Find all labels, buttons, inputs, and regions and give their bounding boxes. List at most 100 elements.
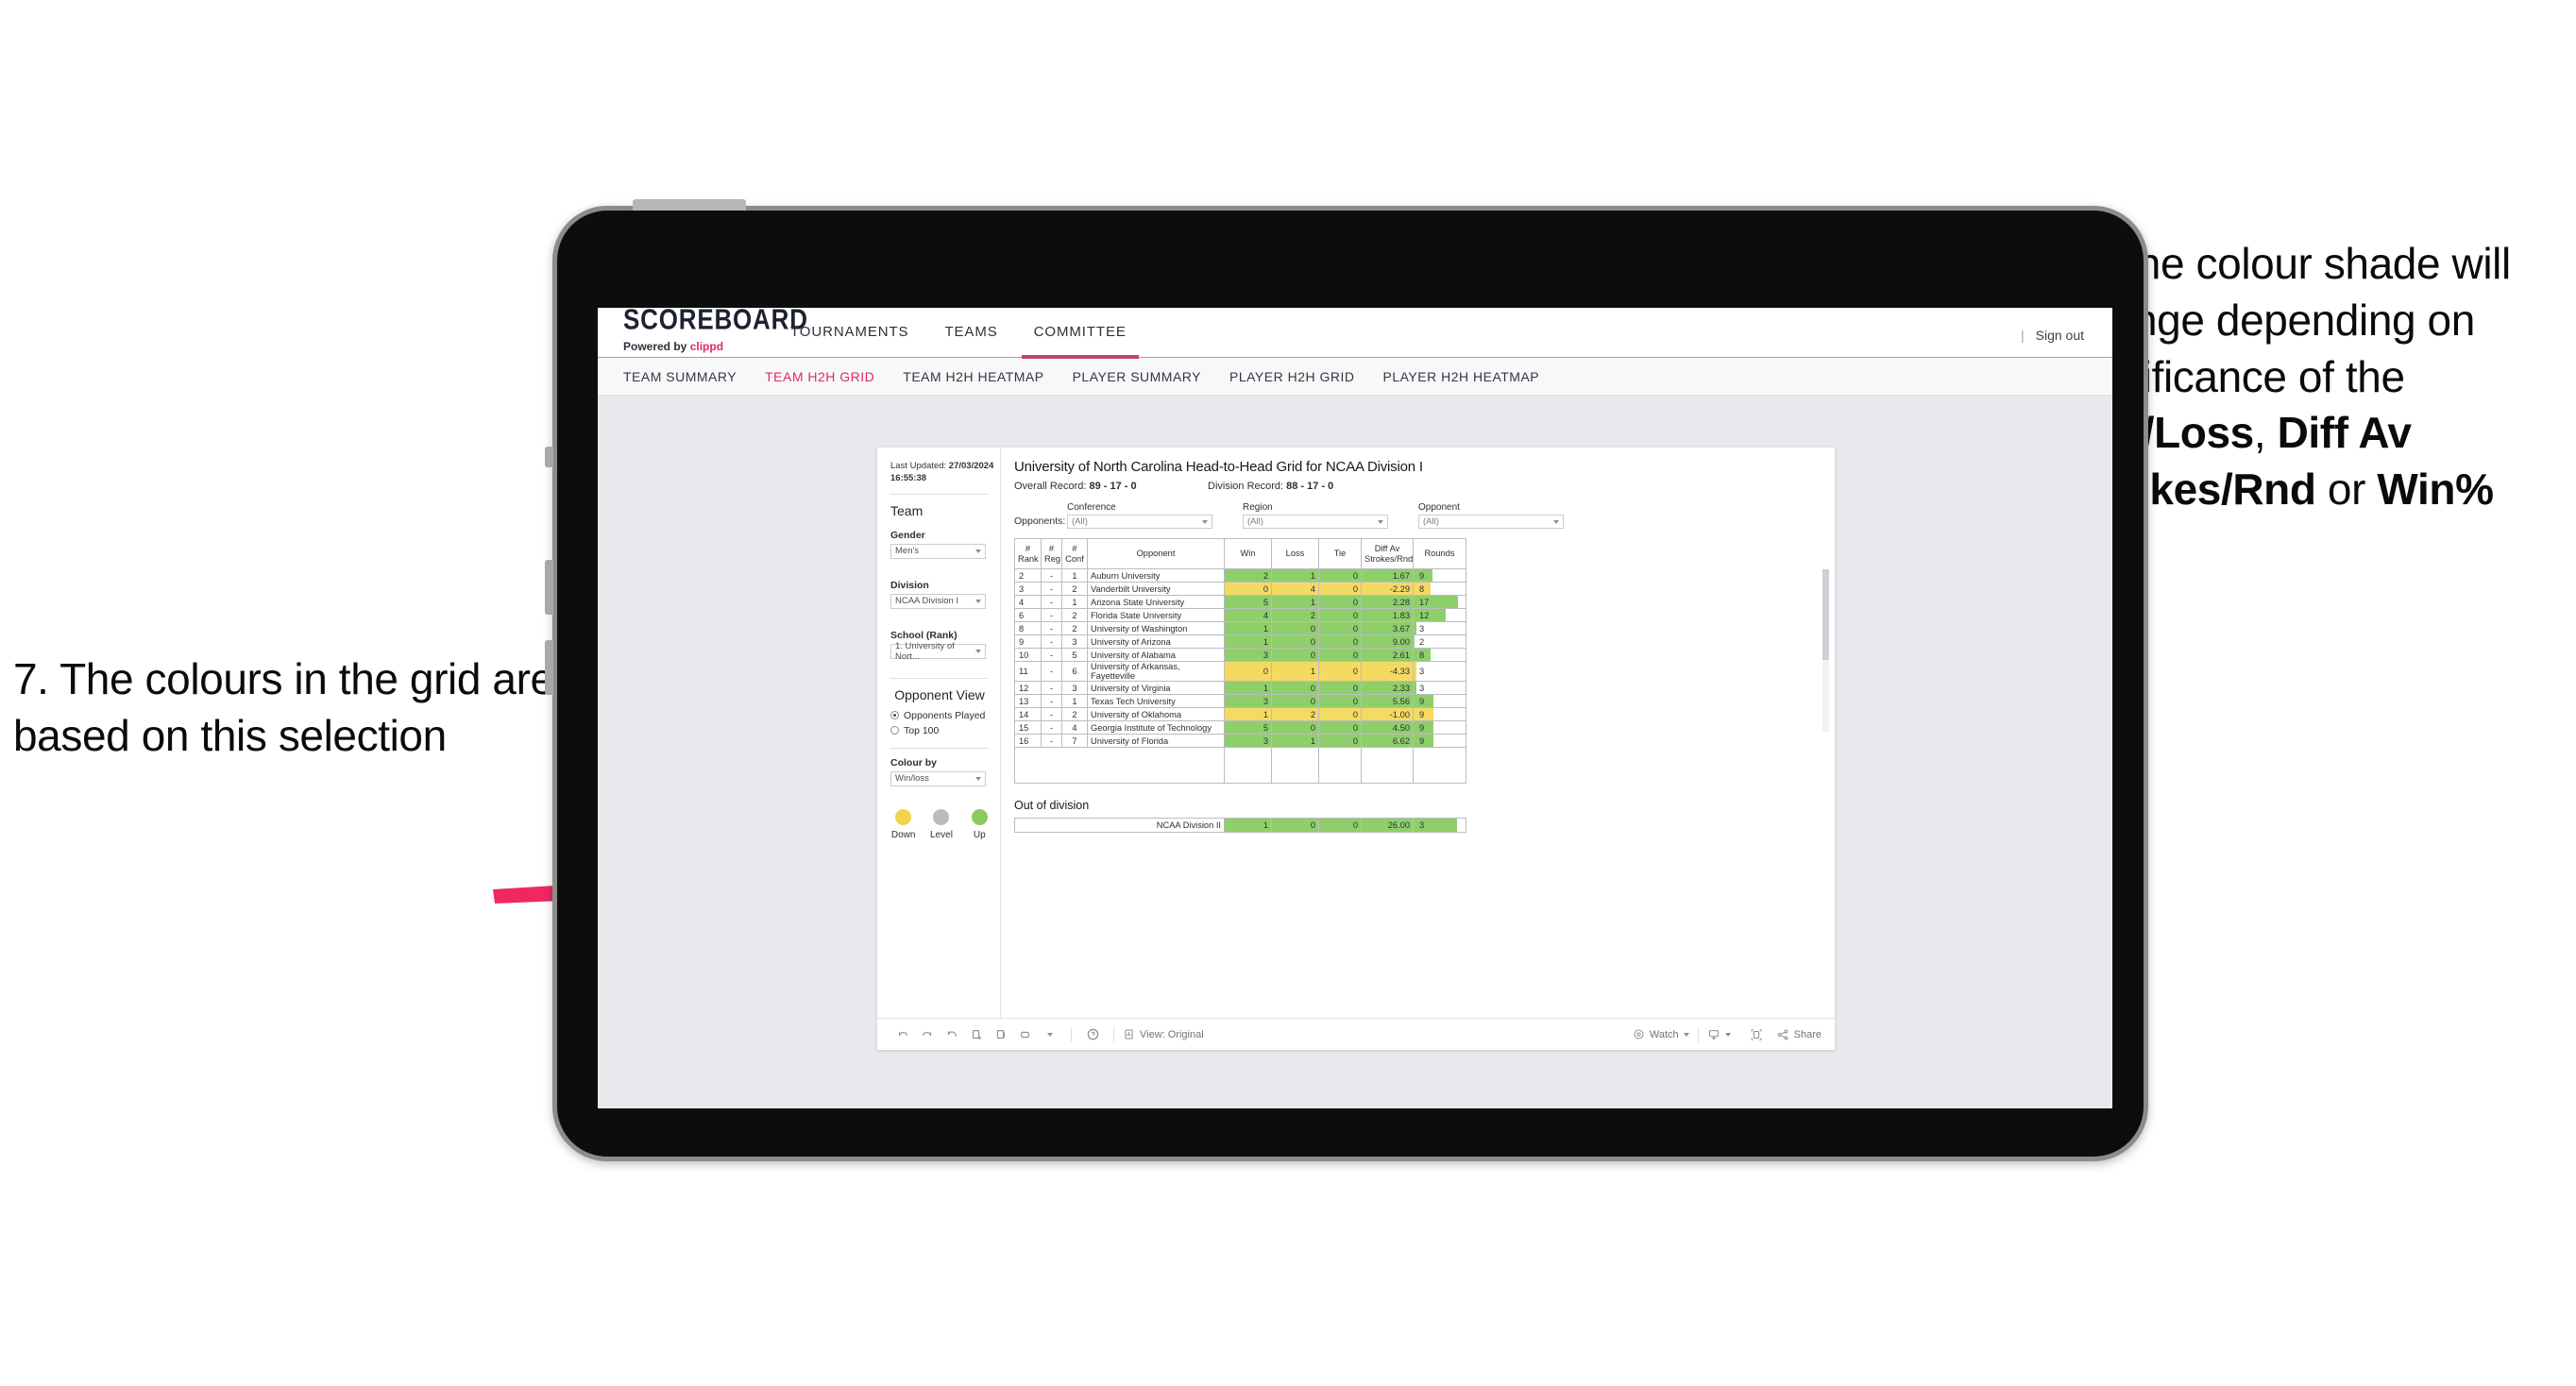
cell-reg: - (1041, 648, 1062, 662)
scrollbar-thumb[interactable] (1822, 569, 1829, 660)
annotation-8-sep1: , (2253, 408, 2278, 458)
table-row[interactable]: 9-3 University of Arizona 1 0 0 9.00 2 (1014, 634, 1466, 649)
radio-top-100[interactable]: Top 100 (890, 725, 1000, 736)
cell-conf: 1 (1061, 595, 1088, 609)
cell-tie: 0 (1318, 608, 1362, 622)
subnav-item-team-h2h-grid[interactable]: TEAM H2H GRID (765, 369, 874, 384)
filter-opponent-select[interactable]: (All) (1418, 515, 1564, 529)
nav-item-committee[interactable]: COMMITTEE (1016, 308, 1144, 359)
radio-opponents-played[interactable]: Opponents Played (890, 710, 1000, 721)
fullscreen-icon[interactable] (1744, 1024, 1769, 1045)
table-row[interactable]: 11-6 University of Arkansas, Fayetteville… (1014, 661, 1466, 682)
cell-tie: 0 (1318, 734, 1362, 748)
table-row[interactable]: 6-2 Florida State University 4 2 0 1.83 12 (1014, 608, 1466, 622)
table-row[interactable]: 14-2 University of Oklahoma 1 2 0 -1.00 9 (1014, 707, 1466, 721)
table-row[interactable]: 2-1 Auburn University 2 1 0 1.67 9 (1014, 568, 1466, 583)
colour-by-select[interactable]: Win/loss (890, 770, 986, 786)
colour-legend: Down Level Up (890, 808, 1000, 840)
grid-body: 2-1 Auburn University 2 1 0 1.67 9 3-2 Vanderbil… (1014, 568, 1466, 784)
cell-win: 0 (1224, 582, 1272, 596)
subnav-item-player-h2h-heatmap[interactable]: PLAYER H2H HEATMAP (1383, 369, 1540, 384)
ood-diff: 26.00 (1361, 818, 1414, 833)
grid-vertical-scrollbar[interactable] (1822, 569, 1829, 732)
undo-alt-icon[interactable] (1013, 1024, 1038, 1045)
table-row[interactable]: 4-1 Arizona State University 5 1 0 2.28 17 (1014, 595, 1466, 609)
last-updated-label: Last Updated: (890, 461, 949, 471)
blank-loss (1271, 747, 1319, 784)
table-row[interactable]: 10-5 University of Alabama 3 0 0 2.61 8 (1014, 648, 1466, 662)
legend-dot-down (895, 808, 912, 825)
filter-opponent: Opponent (All) (1418, 502, 1564, 529)
brand-title: SCOREBOARD (623, 308, 808, 336)
cell-opponent: Vanderbilt University (1087, 582, 1225, 596)
school-select[interactable]: 1. University of Nort... (890, 641, 986, 662)
division-label: Division (890, 579, 929, 591)
table-row[interactable]: 13-1 Texas Tech University 3 0 0 5.56 9 (1014, 694, 1466, 708)
ood-rounds: 3 (1413, 818, 1466, 833)
blank-diff (1361, 747, 1414, 784)
grid-header-row: # Rank # Reg # Conf Opponent Win Loss Tie D… (1014, 538, 1466, 569)
help-icon[interactable] (1080, 1024, 1105, 1045)
gender-select[interactable]: Men's (890, 543, 986, 559)
cell-loss: 0 (1271, 648, 1319, 662)
cell-opponent: University of Florida (1087, 734, 1225, 748)
blank-rounds (1413, 747, 1466, 784)
cell-diff: -4.33 (1361, 661, 1414, 682)
blank-left (1014, 747, 1225, 784)
revert-icon[interactable] (940, 1024, 964, 1045)
sign-out-link[interactable]: Sign out (2036, 328, 2084, 343)
table-row[interactable]: 12-3 University of Virginia 1 0 0 2.33 3 (1014, 681, 1466, 695)
radio-top-100-label: Top 100 (904, 724, 940, 736)
subnav-item-team-summary[interactable]: TEAM SUMMARY (623, 369, 737, 384)
table-row[interactable]: 3-2 Vanderbilt University 0 4 0 -2.29 8 (1014, 582, 1466, 596)
pause-updates-icon[interactable] (989, 1024, 1013, 1045)
cell-loss: 4 (1271, 582, 1319, 596)
cell-rank: 9 (1014, 634, 1042, 649)
table-row[interactable]: 16-7 University of Florida 3 1 0 6.62 9 (1014, 734, 1466, 748)
filter-sidebar: Last Updated: 27/03/2024 16:55:38 Team G… (877, 448, 1001, 1018)
cell-rank: 12 (1014, 681, 1042, 695)
table-row[interactable]: 8-2 University of Washington 1 0 0 3.67 3 (1014, 621, 1466, 635)
cell-rounds: 9 (1413, 694, 1466, 708)
subnav-item-team-h2h-heatmap[interactable]: TEAM H2H HEATMAP (903, 369, 1043, 384)
head-to-head-grid: # Rank # Reg # Conf Opponent Win Loss Tie D… (1014, 538, 1466, 784)
view-original-button[interactable]: View: Original (1123, 1028, 1204, 1040)
undo-icon[interactable] (890, 1024, 915, 1045)
cell-reg: - (1041, 694, 1062, 708)
chevron-down-icon (975, 776, 981, 781)
cell-opponent: University of Arkansas, Fayetteville (1087, 661, 1225, 682)
subnav-item-player-h2h-grid[interactable]: PLAYER H2H GRID (1229, 369, 1355, 384)
overall-record: Overall Record: 89 - 17 - 0 (1014, 481, 1208, 492)
share-button[interactable]: Share (1776, 1028, 1822, 1041)
division-select[interactable]: NCAA Division I (890, 593, 986, 609)
cell-win: 5 (1224, 595, 1272, 609)
filter-region-label: Region (1243, 502, 1273, 513)
cell-opponent: University of Arizona (1087, 634, 1225, 649)
rounds-value: 2 (1419, 636, 1425, 647)
nav-item-tournaments[interactable]: TOURNAMENTS (772, 308, 926, 357)
col-rank: # Rank (1014, 538, 1042, 569)
col-tie: Tie (1318, 538, 1362, 569)
ood-label: NCAA Division II (1014, 818, 1225, 833)
chevron-down-icon[interactable] (1038, 1024, 1062, 1045)
cell-loss: 0 (1271, 634, 1319, 649)
nav-item-teams[interactable]: TEAMS (926, 308, 1015, 357)
cell-reg: - (1041, 707, 1062, 721)
redo-icon[interactable] (915, 1024, 940, 1045)
cell-win: 3 (1224, 734, 1272, 748)
radio-opponents-played-label: Opponents Played (904, 709, 986, 721)
download-button[interactable] (1707, 1028, 1731, 1041)
legend-dot-up (971, 808, 988, 825)
cell-conf: 4 (1061, 720, 1088, 735)
subnav-item-player-summary[interactable]: PLAYER SUMMARY (1073, 369, 1201, 384)
legend-item-down: Down (890, 808, 916, 840)
cell-win: 0 (1224, 661, 1272, 682)
filter-region-select[interactable]: (All) (1243, 515, 1388, 529)
filter-conference-select[interactable]: (All) (1067, 515, 1212, 529)
refresh-icon[interactable] (964, 1024, 989, 1045)
cell-tie: 0 (1318, 568, 1362, 583)
cell-win: 2 (1224, 568, 1272, 583)
table-row[interactable]: 15-4 Georgia Institute of Technology 5 0 0 4.… (1014, 720, 1466, 735)
watch-button[interactable]: Watch (1633, 1028, 1689, 1040)
cell-rounds: 9 (1413, 734, 1466, 748)
